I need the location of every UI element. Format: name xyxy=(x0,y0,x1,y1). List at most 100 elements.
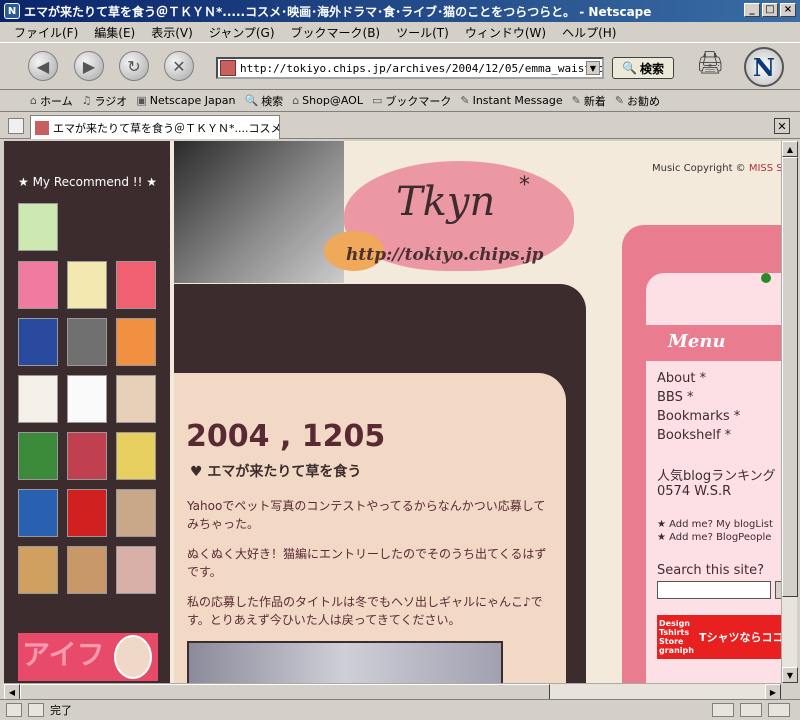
stop-icon: ✕ xyxy=(172,56,186,76)
back-arrow-icon: ◀ xyxy=(36,56,50,76)
recommend-item[interactable] xyxy=(18,489,58,537)
scroll-up-icon[interactable]: ▲ xyxy=(782,141,798,157)
tab-title: エマが来たりて草を食う＠ＴＫＹＮ*....コスメ... xyxy=(53,121,280,135)
minimize-button[interactable]: _ xyxy=(744,3,760,17)
blog-ranking-link[interactable]: 人気blogランキング xyxy=(657,465,776,484)
site-header-banner: Tkyn * http://tokiyo.chips.jp xyxy=(174,141,592,283)
post-photo xyxy=(187,641,503,683)
recommend-item[interactable] xyxy=(18,432,58,480)
print-icon[interactable]: 🖨 xyxy=(696,51,732,83)
menu-window[interactable]: ウィンドウ(W) xyxy=(457,24,554,41)
tab-favicon xyxy=(35,120,49,135)
menu-link-about[interactable]: About * xyxy=(657,371,706,386)
search-button[interactable]: 🔍 検索 xyxy=(612,57,674,79)
tshirt-ad-tag: Design Tshirts Store graniph xyxy=(659,619,694,655)
bookmark-search[interactable]: 🔍 検索 xyxy=(244,93,283,109)
lock-icon xyxy=(768,703,790,717)
site-logo-star: * xyxy=(519,173,530,198)
recommend-item[interactable] xyxy=(18,318,58,366)
close-window-button[interactable]: × xyxy=(780,3,796,17)
tshirt-ad-banner[interactable]: Design Tshirts Store graniph Tシャツならココ xyxy=(657,615,781,659)
recommend-item[interactable] xyxy=(67,489,107,537)
url-dropdown-icon[interactable]: ▼ xyxy=(586,61,600,75)
close-tab-button[interactable]: ✕ xyxy=(774,118,790,134)
bookmark-folder[interactable]: ▭ ブックマーク xyxy=(372,93,451,109)
recommend-item[interactable] xyxy=(67,546,107,594)
scroll-down-icon[interactable]: ▼ xyxy=(782,667,798,683)
search-button-label: 検索 xyxy=(639,61,664,76)
scroll-right-icon[interactable]: ▶ xyxy=(765,684,781,700)
menu-link-bbs[interactable]: BBS * xyxy=(657,390,694,405)
address-bar[interactable]: http://tokiyo.chips.jp/archives/2004/12/… xyxy=(216,57,604,79)
menu-file[interactable]: ファイル(F) xyxy=(6,24,86,41)
reload-button[interactable]: ↻ xyxy=(119,51,149,81)
add-me-bloglist-link[interactable]: ★ Add me? My blogList xyxy=(657,519,773,530)
recommend-item[interactable] xyxy=(67,375,107,423)
recommend-item[interactable] xyxy=(116,261,156,309)
security-icon xyxy=(28,703,44,717)
post-paragraph: ぬくぬく大好き！猫編にエントリーしたのでそのうち出てくるはずです。 xyxy=(187,547,547,579)
site-search-label: Search this site? xyxy=(657,563,765,578)
bookmark-home[interactable]: ⌂ ホーム xyxy=(30,93,73,109)
ad-portrait-image xyxy=(114,635,152,679)
tshirt-ad-text: Tシャツならココ xyxy=(699,631,781,644)
recommend-sidebar: ★ My Recommend !! ★ アイフ xyxy=(4,141,170,683)
post-paragraph: 私の応募した作品のタイトルは冬でもヘソ出しギャルにゃんこ♪です。とりあえず今ひい… xyxy=(187,595,543,627)
menu-go[interactable]: ジャンプ(G) xyxy=(201,24,283,41)
copyright-link[interactable]: MISS SIX xyxy=(749,163,781,174)
recommend-item[interactable] xyxy=(18,203,58,251)
horizontal-scroll-thumb[interactable] xyxy=(20,684,550,700)
bookmark-recommend[interactable]: ✎ お勧め xyxy=(615,93,660,109)
recommend-item[interactable] xyxy=(116,375,156,423)
recommend-item[interactable] xyxy=(18,375,58,423)
bookmark-instant-message[interactable]: ✎ Instant Message xyxy=(460,94,562,107)
netscape-logo[interactable]: N xyxy=(744,47,784,87)
horizontal-scrollbar[interactable]: ◀ ▶ xyxy=(4,683,781,700)
recommend-item[interactable] xyxy=(116,318,156,366)
new-tab-icon[interactable] xyxy=(8,118,24,134)
recommend-item[interactable] xyxy=(18,546,58,594)
menu-edit[interactable]: 編集(E) xyxy=(86,24,143,41)
bookmark-radio[interactable]: ♫ ラジオ xyxy=(82,93,128,109)
popup-blocker-icon[interactable] xyxy=(740,703,762,717)
forward-arrow-icon: ▶ xyxy=(82,56,96,76)
personal-toolbar: ⌂ ホーム ♫ ラジオ ▣ Netscape Japan 🔍 検索 ⌂ Shop@AOL … xyxy=(0,90,800,112)
menu-help[interactable]: ヘルプ(H) xyxy=(554,24,624,41)
window-title: エマが来たりて草を食う＠ＴＫＹＮ*.....コスメ･映画･海外ドラマ･食･ライブ… xyxy=(24,4,652,19)
recommend-item[interactable] xyxy=(67,432,107,480)
sidebar-ad-banner[interactable]: アイフ xyxy=(18,633,158,681)
my-icon: ▣ xyxy=(136,94,147,107)
recommend-item[interactable] xyxy=(116,489,156,537)
netscape-app-icon[interactable]: N xyxy=(4,3,20,19)
menu-view[interactable]: 表示(V) xyxy=(143,24,201,41)
menu-bookmarks[interactable]: ブックマーク(B) xyxy=(283,24,389,41)
title-bar: N エマが来たりて草を食う＠ＴＫＹＮ*.....コスメ･映画･海外ドラマ･食･ラ… xyxy=(0,0,800,22)
site-search-input[interactable] xyxy=(657,581,771,599)
wsr-ranking-link[interactable]: 0574 W.S.R xyxy=(657,484,731,499)
menu-link-bookshelf[interactable]: Bookshelf * xyxy=(657,428,731,443)
recommend-item[interactable] xyxy=(67,261,107,309)
pin-icon: ✎ xyxy=(614,94,625,107)
maximize-button[interactable]: □ xyxy=(762,3,778,17)
navigation-toolbar: ◀ ▶ ↻ ✕ http://tokiyo.chips.jp/archives/… xyxy=(0,42,800,90)
stop-button[interactable]: ✕ xyxy=(164,51,194,81)
back-button[interactable]: ◀ xyxy=(28,51,58,81)
recommend-item[interactable] xyxy=(116,546,156,594)
recommend-item[interactable] xyxy=(116,432,156,480)
vertical-scroll-thumb[interactable] xyxy=(782,157,798,597)
bookmark-new[interactable]: ✎ 新着 xyxy=(572,93,606,109)
magnifier-icon: 🔍 xyxy=(622,61,637,75)
web-content: ★ My Recommend !! ★ アイフ Tkyn * http://to… xyxy=(4,141,781,683)
forward-button[interactable]: ▶ xyxy=(74,51,104,81)
recommend-item[interactable] xyxy=(18,261,58,309)
menu-tools[interactable]: ツール(T) xyxy=(388,24,457,41)
bookmark-netscape-japan[interactable]: ▣ Netscape Japan xyxy=(136,94,235,107)
recommend-item[interactable] xyxy=(67,318,107,366)
scroll-left-icon[interactable]: ◀ xyxy=(4,684,20,700)
vertical-scrollbar[interactable]: ▲ ▼ xyxy=(781,141,798,683)
tab-active[interactable]: エマが来たりて草を食う＠ＴＫＹＮ*....コスメ... xyxy=(30,115,280,139)
menu-link-bookmarks[interactable]: Bookmarks * xyxy=(657,409,740,424)
add-me-blogpeople-link[interactable]: ★ Add me? BlogPeople xyxy=(657,532,771,543)
bookmark-shop-aol[interactable]: ⌂ Shop@AOL xyxy=(292,94,363,107)
pin-icon: ✎ xyxy=(571,94,581,107)
